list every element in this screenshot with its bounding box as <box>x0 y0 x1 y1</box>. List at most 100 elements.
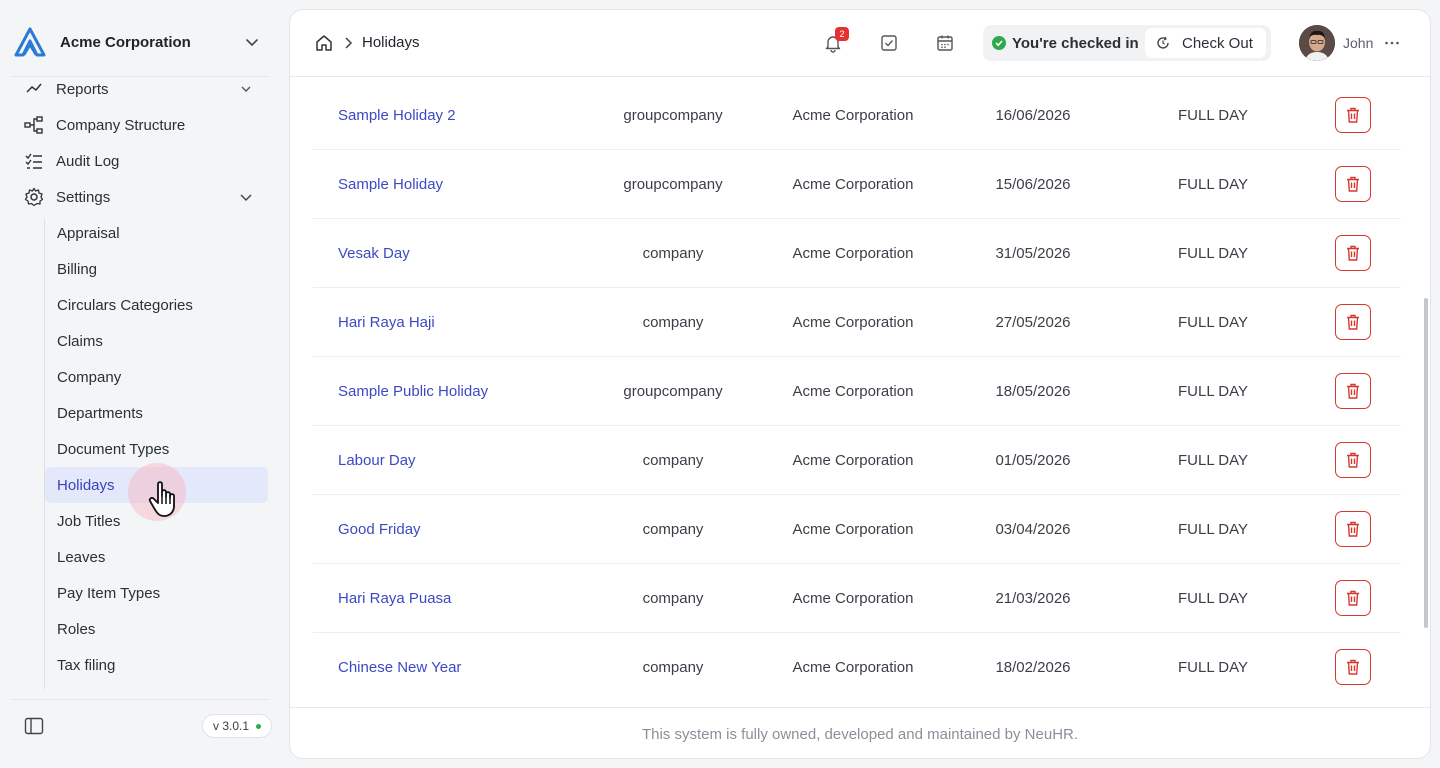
holiday-type: company <box>642 590 704 607</box>
sidebar-item-label: Company Structure <box>56 116 186 134</box>
sidebar-subitem-appraisal[interactable]: Appraisal <box>45 215 268 251</box>
holiday-type: company <box>642 314 704 331</box>
holiday-date: 31/05/2026 <box>995 245 1071 262</box>
holiday-name-link[interactable]: Hari Raya Haji <box>338 288 435 357</box>
sidebar: Acme Corporation Reports Company Structu… <box>0 0 288 768</box>
table-row: Sample Holiday 2 groupcompany Acme Corpo… <box>313 81 1401 150</box>
delete-button[interactable] <box>1335 649 1371 685</box>
holiday-type: company <box>642 659 704 676</box>
holiday-name-link[interactable]: Sample Holiday 2 <box>338 81 456 150</box>
delete-button[interactable] <box>1335 97 1371 133</box>
footer: This system is fully owned, developed an… <box>290 707 1430 758</box>
holiday-name-link[interactable]: Chinese New Year <box>338 633 461 702</box>
task-check-icon[interactable] <box>877 31 901 55</box>
table-row: Sample Public Holiday groupcompany Acme … <box>313 357 1401 426</box>
sidebar-item-company-structure[interactable]: Company Structure <box>12 107 268 143</box>
holiday-type: groupcompany <box>623 176 723 193</box>
sidebar-subitem-billing[interactable]: Billing <box>45 251 268 287</box>
hand-pointer-icon <box>148 481 175 517</box>
company-logo-icon <box>12 24 48 60</box>
holiday-name-link[interactable]: Sample Public Holiday <box>338 357 488 426</box>
delete-button[interactable] <box>1335 580 1371 616</box>
sidebar-subitem-pay-item-types[interactable]: Pay Item Types <box>45 575 268 611</box>
holiday-company: Acme Corporation <box>792 590 914 607</box>
sidebar-item-audit-log[interactable]: Audit Log <box>12 143 268 179</box>
chevron-down-icon[interactable] <box>236 187 256 207</box>
holiday-type: groupcompany <box>623 383 723 400</box>
sidebar-subitem-tax-filing[interactable]: Tax filing <box>45 647 268 683</box>
holiday-name-link[interactable]: Good Friday <box>338 495 421 564</box>
holiday-company: Acme Corporation <box>792 245 914 262</box>
calendar-icon[interactable] <box>933 31 957 55</box>
sidebar-subitem-document-types[interactable]: Document Types <box>45 431 268 467</box>
checkin-status: You're checked in <box>983 35 1139 52</box>
notification-count-badge: 2 <box>835 27 849 41</box>
table-row: Chinese New Year company Acme Corporatio… <box>313 633 1401 702</box>
sidebar-subitem-departments[interactable]: Departments <box>45 395 268 431</box>
sidebar-subitem-circulars-categories[interactable]: Circulars Categories <box>45 287 268 323</box>
sidebar-item-reports[interactable]: Reports <box>12 77 268 107</box>
table-row: Good Friday company Acme Corporation 03/… <box>313 495 1401 564</box>
top-bar: Holidays 2 You're checked in Check Out J… <box>290 10 1430 77</box>
sidebar-item-label: Audit Log <box>56 152 120 170</box>
table-row: Vesak Day company Acme Corporation 31/05… <box>313 219 1401 288</box>
check-circle-icon <box>992 36 1006 50</box>
checkin-widget: You're checked in Check Out <box>983 25 1271 61</box>
clock-rotate-icon <box>1155 35 1171 51</box>
delete-button[interactable] <box>1335 511 1371 547</box>
delete-button[interactable] <box>1335 304 1371 340</box>
table-row: Sample Holiday groupcompany Acme Corpora… <box>313 150 1401 219</box>
holiday-duration: FULL DAY <box>1177 452 1249 469</box>
holiday-duration: FULL DAY <box>1177 314 1249 331</box>
reports-icon <box>24 79 44 99</box>
org-switcher[interactable]: Acme Corporation <box>12 22 268 62</box>
delete-button[interactable] <box>1335 373 1371 409</box>
holiday-name-link[interactable]: Labour Day <box>338 426 416 495</box>
holiday-name-link[interactable]: Hari Raya Puasa <box>338 564 451 633</box>
delete-button[interactable] <box>1335 166 1371 202</box>
sidebar-item-settings[interactable]: Settings <box>12 179 268 215</box>
sidebar-subitem-roles[interactable]: Roles <box>45 611 268 647</box>
chevron-down-icon[interactable] <box>240 30 264 54</box>
more-horizontal-icon[interactable] <box>1380 31 1404 55</box>
holiday-name-link[interactable]: Vesak Day <box>338 219 410 288</box>
main-panel: Holidays 2 You're checked in Check Out J… <box>289 9 1431 759</box>
delete-button[interactable] <box>1335 235 1371 271</box>
trash-icon <box>1347 245 1359 261</box>
holiday-company: Acme Corporation <box>792 521 914 538</box>
delete-button[interactable] <box>1335 442 1371 478</box>
holiday-name-link[interactable]: Sample Holiday <box>338 150 443 219</box>
company-structure-icon <box>24 115 44 135</box>
holiday-duration: FULL DAY <box>1177 245 1249 262</box>
breadcrumb-current: Holidays <box>362 34 420 51</box>
check-out-button[interactable]: Check Out <box>1145 28 1266 58</box>
holiday-date: 18/02/2026 <box>995 659 1071 676</box>
holiday-company: Acme Corporation <box>792 452 914 469</box>
scrollbar[interactable] <box>1424 298 1428 628</box>
trash-icon <box>1347 314 1359 330</box>
sidebar-subitem-claims[interactable]: Claims <box>45 323 268 359</box>
chevron-down-icon <box>236 79 256 99</box>
gear-icon <box>24 187 44 207</box>
trash-icon <box>1347 107 1359 123</box>
holiday-company: Acme Corporation <box>792 383 914 400</box>
sidebar-subitem-company[interactable]: Company <box>45 359 268 395</box>
trash-icon <box>1347 590 1359 606</box>
home-icon[interactable] <box>313 32 335 54</box>
table-row: Hari Raya Puasa company Acme Corporation… <box>313 564 1401 633</box>
holiday-duration: FULL DAY <box>1177 659 1249 676</box>
sidebar-nav[interactable]: Reports Company Structure Audit Log Sett… <box>12 77 268 697</box>
check-out-label: Check Out <box>1182 34 1253 52</box>
avatar[interactable] <box>1299 25 1335 61</box>
bell-icon[interactable]: 2 <box>821 27 849 55</box>
user-name[interactable]: John <box>1343 35 1373 51</box>
holiday-duration: FULL DAY <box>1177 590 1249 607</box>
table-row: Hari Raya Haji company Acme Corporation … <box>313 288 1401 357</box>
trash-icon <box>1347 521 1359 537</box>
trash-icon <box>1347 383 1359 399</box>
holiday-duration: FULL DAY <box>1177 383 1249 400</box>
sidebar-subitem-leaves[interactable]: Leaves <box>45 539 268 575</box>
holiday-type: company <box>642 245 704 262</box>
sidebar-toggle-icon[interactable] <box>22 714 46 738</box>
version-label: v 3.0.1 <box>213 719 250 733</box>
